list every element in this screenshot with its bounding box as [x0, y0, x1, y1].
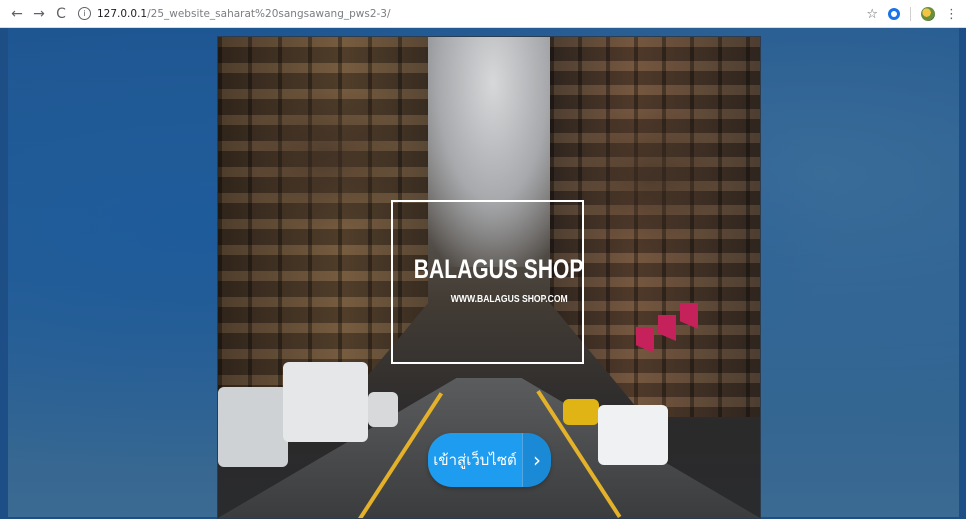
tree-left — [258, 77, 398, 237]
bookmark-star-icon[interactable]: ☆ — [866, 7, 878, 22]
profile-avatar-icon[interactable] — [921, 7, 935, 21]
url-path: /25_website_saharat%20sangsawang_pws2-3/ — [147, 7, 391, 20]
taxi — [563, 399, 599, 425]
enter-site-button[interactable]: เข้าสู่เว็บไซต์ › — [428, 433, 551, 487]
page-background: BALAGUS SHOP WWW.BALAGUS SHOP.COM เข้าสู… — [8, 28, 959, 519]
toolbar-right: ☆ ⋮ — [866, 0, 958, 28]
brand-frame: BALAGUS SHOP WWW.BALAGUS SHOP.COM — [391, 200, 584, 364]
extension-icon[interactable] — [888, 8, 900, 20]
brand-title: BALAGUS SHOP — [413, 254, 584, 284]
back-arrow-icon[interactable]: ← — [6, 3, 28, 25]
enter-site-label: เข้าสู่เว็บไซต์ — [428, 433, 522, 487]
browser-toolbar: ← → C i 127.0.0.1/25_website_saharat%20s… — [0, 0, 966, 28]
brand-subtitle: WWW.BALAGUS SHOP.COM — [450, 293, 568, 305]
car-left — [218, 387, 288, 467]
info-icon[interactable]: i — [78, 7, 91, 20]
car-right — [598, 405, 668, 465]
hero-image: BALAGUS SHOP WWW.BALAGUS SHOP.COM เข้าสู… — [217, 36, 761, 519]
reload-icon[interactable]: C — [50, 3, 72, 25]
address-bar[interactable]: i 127.0.0.1/25_website_saharat%20sangsaw… — [78, 7, 391, 20]
tree-right — [578, 97, 718, 257]
menu-dots-icon[interactable]: ⋮ — [945, 7, 958, 22]
van-left — [283, 362, 368, 442]
forward-arrow-icon[interactable]: → — [28, 3, 50, 25]
url-host: 127.0.0.1 — [97, 7, 148, 20]
toolbar-divider — [910, 7, 911, 21]
car-left-small — [368, 392, 398, 427]
